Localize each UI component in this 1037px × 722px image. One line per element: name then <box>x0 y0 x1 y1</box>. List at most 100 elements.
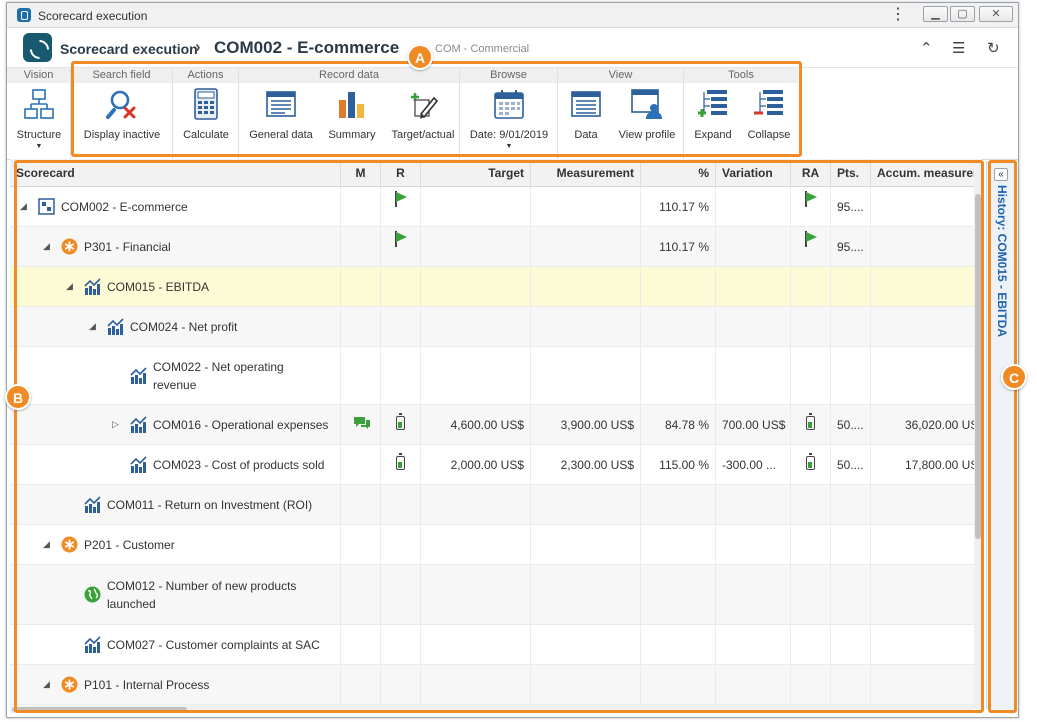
column-header-m[interactable]: M <box>341 159 381 187</box>
expand-panel-button[interactable]: « <box>994 168 1008 181</box>
list-icon[interactable]: ☰ <box>952 39 965 57</box>
cell-target[interactable] <box>421 665 531 704</box>
scrollbar-thumb[interactable] <box>975 194 981 539</box>
cell-variation[interactable] <box>716 525 791 564</box>
cell-accum-measurement[interactable]: 17,800.00 US$ <box>871 445 974 484</box>
cell-measurement[interactable] <box>531 625 641 664</box>
tree-expander-icon[interactable]: ◢ <box>43 539 53 550</box>
target-actual-button[interactable]: Target/actual <box>389 88 457 141</box>
column-header-percent[interactable]: % <box>641 159 716 187</box>
expand-button[interactable]: Expand <box>688 88 738 141</box>
tree-expander-icon[interactable]: ▷ <box>112 419 122 430</box>
cell-pts[interactable] <box>831 625 871 664</box>
cell-ra[interactable] <box>791 625 831 664</box>
table-row[interactable]: COM022 - Net operating revenue <box>10 347 974 405</box>
cell-percent[interactable] <box>641 347 716 404</box>
cell-m[interactable] <box>341 227 381 266</box>
cell-scorecard[interactable]: ◢ COM002 - E-commerce <box>10 187 341 226</box>
tree-item[interactable]: ◢ P201 - Customer <box>43 536 175 554</box>
cell-m[interactable] <box>341 485 381 524</box>
cell-variation[interactable] <box>716 565 791 624</box>
cell-ra[interactable] <box>791 485 831 524</box>
cell-r[interactable] <box>381 565 421 624</box>
cell-target[interactable] <box>421 267 531 306</box>
cell-r[interactable] <box>381 187 421 226</box>
cell-accum-measurement[interactable] <box>871 525 974 564</box>
column-header-scorecard[interactable]: Scorecard <box>10 159 341 187</box>
cell-accum-measurement[interactable] <box>871 625 974 664</box>
maximize-button[interactable]: ▢ <box>950 6 975 22</box>
cell-r[interactable] <box>381 307 421 346</box>
cell-m[interactable] <box>341 347 381 404</box>
cell-target[interactable] <box>421 485 531 524</box>
cell-target[interactable] <box>421 227 531 266</box>
cell-scorecard[interactable]: COM022 - Net operating revenue <box>10 347 341 404</box>
column-header-variation[interactable]: Variation <box>716 159 791 187</box>
tree-item[interactable]: COM023 - Cost of products sold <box>112 456 324 474</box>
display-inactive-button[interactable]: Display inactive <box>77 88 167 141</box>
cell-percent[interactable] <box>641 625 716 664</box>
cell-variation[interactable] <box>716 307 791 346</box>
cell-ra[interactable] <box>791 227 831 266</box>
general-data-button[interactable]: General data <box>247 88 315 141</box>
cell-target[interactable] <box>421 347 531 404</box>
tree-item[interactable]: ◢ COM002 - E-commerce <box>20 198 188 216</box>
cell-m[interactable] <box>341 665 381 704</box>
table-row[interactable]: ◢ P301 - Financial 110.17 % 95.... <box>10 227 974 267</box>
table-row[interactable]: ◢ P101 - Internal Process <box>10 665 974 705</box>
cell-m[interactable] <box>341 525 381 564</box>
cell-pts[interactable] <box>831 665 871 704</box>
tree-item[interactable]: ◢ COM015 - EBITDA <box>66 278 209 296</box>
cell-m[interactable] <box>341 565 381 624</box>
cell-measurement[interactable] <box>531 565 641 624</box>
refresh-icon[interactable]: ↻ <box>987 39 1000 57</box>
cell-measurement[interactable] <box>531 307 641 346</box>
cell-scorecard[interactable]: COM023 - Cost of products sold <box>10 445 341 484</box>
column-header-measurement[interactable]: Measurement <box>531 159 641 187</box>
cell-target[interactable] <box>421 565 531 624</box>
cell-pts[interactable]: 50.... <box>831 405 871 444</box>
cell-pts[interactable] <box>831 565 871 624</box>
table-row[interactable]: ◢ COM002 - E-commerce 110.17 % 95.... <box>10 187 974 227</box>
scrollbar-thumb[interactable] <box>12 707 187 712</box>
cell-pts[interactable]: 95.... <box>831 227 871 266</box>
cell-variation[interactable] <box>716 625 791 664</box>
cell-ra[interactable] <box>791 307 831 346</box>
table-row[interactable]: ◢ P201 - Customer <box>10 525 974 565</box>
column-header-target[interactable]: Target <box>421 159 531 187</box>
column-header-accum-measurement[interactable]: Accum. measurem <box>871 159 974 187</box>
cell-target[interactable]: 2,000.00 US$ <box>421 445 531 484</box>
tree-item[interactable]: ▷ COM016 - Operational expenses <box>112 416 328 434</box>
cell-pts[interactable] <box>831 307 871 346</box>
summary-button[interactable]: Summary <box>323 88 381 141</box>
cell-pts[interactable]: 50.... <box>831 445 871 484</box>
cell-measurement[interactable] <box>531 187 641 226</box>
cell-r[interactable] <box>381 227 421 266</box>
breadcrumb-root[interactable]: Scorecard execution <box>60 41 198 57</box>
structure-button[interactable]: Structure ▼ <box>9 88 69 150</box>
cell-ra[interactable] <box>791 405 831 444</box>
cell-r[interactable] <box>381 347 421 404</box>
cell-pts[interactable] <box>831 347 871 404</box>
cell-accum-measurement[interactable] <box>871 307 974 346</box>
cell-measurement[interactable] <box>531 525 641 564</box>
tree-expander-icon[interactable]: ◢ <box>43 241 53 252</box>
cell-accum-measurement[interactable] <box>871 485 974 524</box>
cell-percent[interactable] <box>641 307 716 346</box>
cell-scorecard[interactable]: ◢ COM015 - EBITDA <box>10 267 341 306</box>
cell-percent[interactable]: 84.78 % <box>641 405 716 444</box>
cell-ra[interactable] <box>791 187 831 226</box>
cell-accum-measurement[interactable] <box>871 187 974 226</box>
cell-scorecard[interactable]: ◢ P301 - Financial <box>10 227 341 266</box>
cell-ra[interactable] <box>791 525 831 564</box>
cell-variation[interactable] <box>716 347 791 404</box>
cell-ra[interactable] <box>791 665 831 704</box>
comment-icon[interactable] <box>353 416 371 433</box>
cell-m[interactable] <box>341 307 381 346</box>
cell-percent[interactable] <box>641 565 716 624</box>
table-row[interactable]: COM011 - Return on Investment (ROI) <box>10 485 974 525</box>
cell-accum-measurement[interactable] <box>871 227 974 266</box>
tree-item[interactable]: COM012 - Number of new products launched <box>66 577 296 613</box>
cell-variation[interactable] <box>716 665 791 704</box>
tree-expander-icon[interactable]: ◢ <box>89 321 99 332</box>
